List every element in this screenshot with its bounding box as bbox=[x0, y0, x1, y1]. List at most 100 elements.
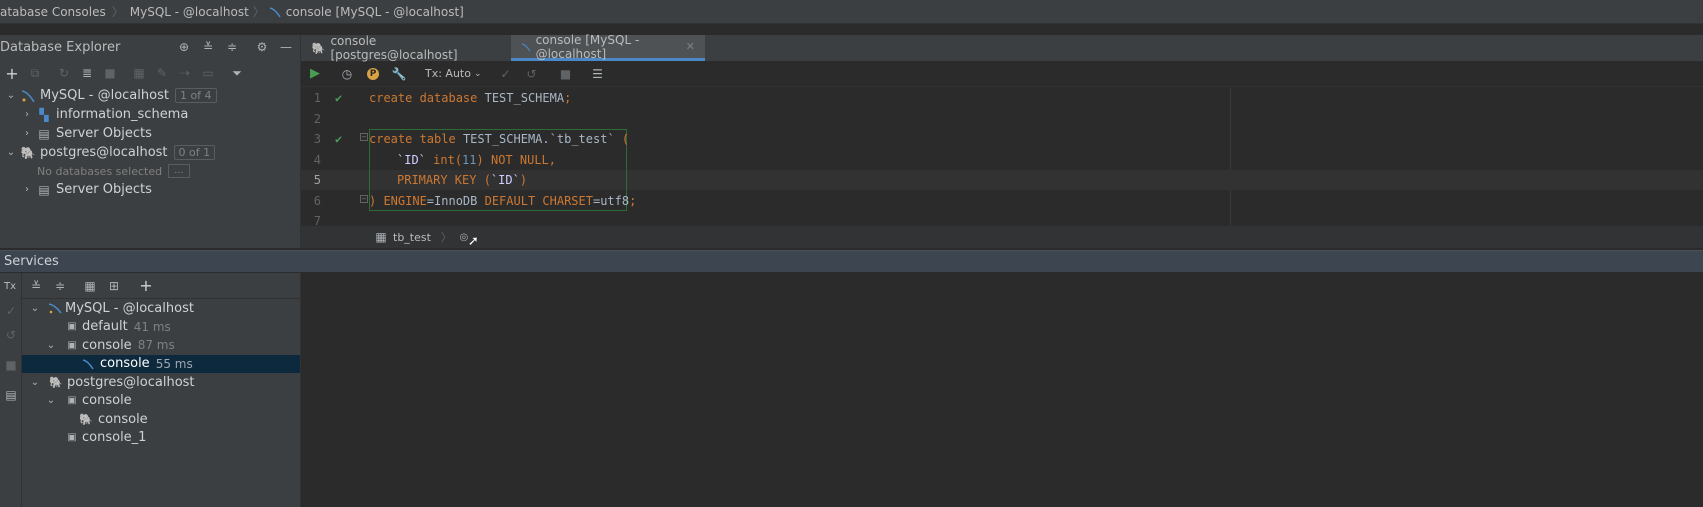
stop-icon[interactable]: ■ bbox=[558, 66, 574, 82]
filter-icon[interactable]: ⏷ bbox=[229, 65, 245, 81]
tree-item-label: Server Objects bbox=[56, 126, 152, 141]
breadcrumb-bar: atabase Consoles 〉 MySQL - @localhost 〉 … bbox=[0, 0, 1703, 24]
new-tab-icon[interactable]: ⊞ bbox=[106, 278, 122, 294]
folder-icon: ▤ bbox=[38, 126, 50, 141]
line-number: 5 bbox=[313, 173, 321, 188]
stop-icon[interactable]: ■ bbox=[3, 357, 19, 373]
editor-breadcrumb: ▦ tb_test 〉 ◎ ➚ bbox=[301, 226, 1703, 249]
editor-toolbar: ▶ ◷ P 🔧 Tx: Auto ⌄ ✓ ↺ ■ ☰ bbox=[301, 61, 1703, 87]
schema-icon: ▚ bbox=[39, 107, 49, 122]
mysql-icon bbox=[21, 89, 35, 102]
tx-mode-label: Tx: Auto bbox=[425, 67, 471, 80]
stop-icon[interactable]: ■ bbox=[102, 65, 118, 81]
chevron-right-icon[interactable]: › bbox=[20, 184, 34, 195]
tree-item-server-objects[interactable]: › ▤ Server Objects bbox=[0, 124, 300, 143]
chevron-down-icon[interactable]: ⌄ bbox=[4, 90, 18, 101]
minimize-icon[interactable]: — bbox=[278, 39, 294, 55]
breadcrumb-item-consoles[interactable]: atabase Consoles bbox=[0, 5, 106, 19]
expand-all-icon[interactable]: ≚ bbox=[200, 39, 216, 55]
copy-icon[interactable]: ⧉ bbox=[27, 65, 43, 81]
chevron-down-icon: ⌄ bbox=[473, 68, 482, 79]
explorer-header: Database Explorer ⊕ ≚ ≑ ⚙ — bbox=[0, 35, 300, 59]
chevron-down-icon[interactable]: ⌄ bbox=[44, 340, 58, 351]
edit-icon[interactable]: ✎ bbox=[154, 65, 170, 81]
schema-settings-icon[interactable]: ≣ bbox=[79, 65, 95, 81]
mouse-cursor-icon: ➚ bbox=[467, 233, 479, 249]
parameter-icon[interactable]: P bbox=[365, 66, 381, 82]
close-icon[interactable]: ✕ bbox=[686, 40, 695, 53]
execute-icon[interactable]: ▶ bbox=[307, 66, 323, 82]
tree-item-label: information_schema bbox=[56, 107, 189, 122]
service-label: postgres@localhost bbox=[67, 374, 195, 390]
no-databases-row: No databases selected ... bbox=[0, 162, 300, 180]
service-item-pg-console[interactable]: ⌄ ▣ console bbox=[22, 392, 300, 411]
chevron-right-icon[interactable]: › bbox=[20, 128, 34, 139]
add-service-icon[interactable]: + bbox=[138, 276, 154, 295]
commit-icon[interactable]: ✓ bbox=[3, 303, 19, 319]
tab-console-postgres[interactable]: 🐘 console [postgres@localhost] bbox=[301, 34, 511, 62]
gear-icon[interactable]: ⚙ bbox=[254, 39, 270, 55]
rollback-icon[interactable]: ↺ bbox=[524, 66, 540, 82]
layout-icon[interactable]: ▤ bbox=[3, 387, 19, 403]
service-item-console[interactable]: ⌄ ▣ console 87 ms bbox=[22, 336, 300, 355]
code-line: 5 PRIMARY KEY (`ID`) bbox=[301, 170, 1703, 191]
service-item-pg-console-child[interactable]: 🐘 console bbox=[22, 410, 300, 429]
service-item-postgres[interactable]: ⌄ 🐘 postgres@localhost bbox=[22, 373, 300, 392]
tree-item-server-objects[interactable]: › ▤ Server Objects bbox=[0, 180, 300, 199]
history-icon[interactable]: ◷ bbox=[339, 66, 355, 82]
chevron-down-icon[interactable]: ⌄ bbox=[4, 147, 18, 158]
tree-item-information-schema[interactable]: › ▚ information_schema bbox=[0, 105, 300, 124]
expand-all-icon[interactable]: ≚ bbox=[28, 278, 44, 294]
tx-mode-button[interactable]: Tx bbox=[4, 281, 16, 292]
wrench-icon[interactable]: 🔧 bbox=[391, 66, 407, 82]
services-panel: Tx ✓ ↺ ■ ▤ ≚ ≑ ▦ ⊞ + ⌄ MySQL - @localhos… bbox=[0, 273, 1703, 507]
line-number: 6 bbox=[313, 193, 321, 208]
select-databases-button[interactable]: ... bbox=[168, 164, 190, 178]
refresh-icon[interactable]: ↻ bbox=[56, 65, 72, 81]
service-item-pg-console-1[interactable]: ▣ console_1 bbox=[22, 429, 300, 448]
chevron-down-icon[interactable]: ⌄ bbox=[44, 395, 58, 406]
chevron-down-icon[interactable]: ⌄ bbox=[28, 303, 42, 314]
services-header: Services bbox=[0, 250, 1703, 272]
jump-icon[interactable]: ⇢ bbox=[177, 65, 193, 81]
service-label: MySQL - @localhost bbox=[65, 300, 194, 316]
breadcrumb-item-console[interactable]: console [MySQL - @localhost] bbox=[286, 5, 464, 19]
tx-mode-dropdown[interactable]: Tx: Auto ⌄ bbox=[425, 67, 482, 80]
code-editor[interactable]: 1 ✔ create database TEST_SCHEMA; 2 3 ✔ c… bbox=[301, 88, 1703, 228]
tree-item-postgres[interactable]: ⌄ 🐘 postgres@localhost 0 of 1 bbox=[0, 143, 300, 162]
service-item-mysql[interactable]: ⌄ MySQL - @localhost bbox=[22, 299, 300, 318]
tab-console-mysql[interactable]: console [MySQL - @localhost] ✕ bbox=[511, 32, 705, 61]
collapse-all-icon[interactable]: ≑ bbox=[52, 278, 68, 294]
fold-marker-icon[interactable]: − bbox=[360, 133, 368, 141]
group-by-icon[interactable]: ▦ bbox=[82, 278, 98, 294]
commit-icon[interactable]: ✓ bbox=[498, 66, 514, 82]
table-icon[interactable]: ▦ bbox=[131, 65, 147, 81]
add-icon[interactable]: + bbox=[4, 64, 20, 83]
service-item-default[interactable]: ▣ default 41 ms bbox=[22, 318, 300, 337]
chevron-right-icon[interactable]: › bbox=[20, 109, 34, 120]
tree-item-mysql[interactable]: ⌄ MySQL - @localhost 1 of 4 bbox=[0, 86, 300, 105]
code-line: 1 ✔ create database TEST_SCHEMA; bbox=[301, 88, 1703, 109]
code-line: 3 ✔ create table TEST_SCHEMA.`tb_test` ( bbox=[301, 129, 1703, 150]
rollback-icon[interactable]: ↺ bbox=[3, 327, 19, 343]
fold-marker-icon[interactable]: − bbox=[360, 195, 368, 203]
output-panel-icon[interactable]: ☰ bbox=[590, 66, 606, 82]
service-label: console bbox=[82, 337, 132, 353]
collapse-all-icon[interactable]: ≑ bbox=[224, 39, 240, 55]
tab-label: console [MySQL - @localhost] bbox=[535, 32, 640, 61]
chevron-down-icon[interactable]: ⌄ bbox=[28, 377, 42, 388]
postgres-icon: 🐘 bbox=[20, 145, 36, 160]
globe-icon[interactable]: ⊕ bbox=[176, 39, 192, 55]
session-icon: ▣ bbox=[67, 432, 77, 444]
services-content bbox=[301, 273, 1703, 507]
code-line: 4 `ID` int(11) NOT NULL, bbox=[301, 150, 1703, 171]
services-tree: ⌄ MySQL - @localhost ▣ default 41 ms ⌄ ▣… bbox=[22, 299, 300, 447]
breadcrumb-item-mysql[interactable]: MySQL - @localhost bbox=[130, 5, 249, 19]
postgres-icon: 🐘 bbox=[79, 412, 93, 426]
line-number: 4 bbox=[313, 152, 321, 167]
count-badge: 0 of 1 bbox=[173, 145, 216, 160]
service-item-console-selected[interactable]: console 55 ms bbox=[22, 354, 300, 373]
table-crumb[interactable]: tb_test bbox=[393, 231, 431, 244]
line-number: 3 bbox=[313, 132, 321, 147]
console-icon[interactable]: ▭ bbox=[200, 65, 216, 81]
